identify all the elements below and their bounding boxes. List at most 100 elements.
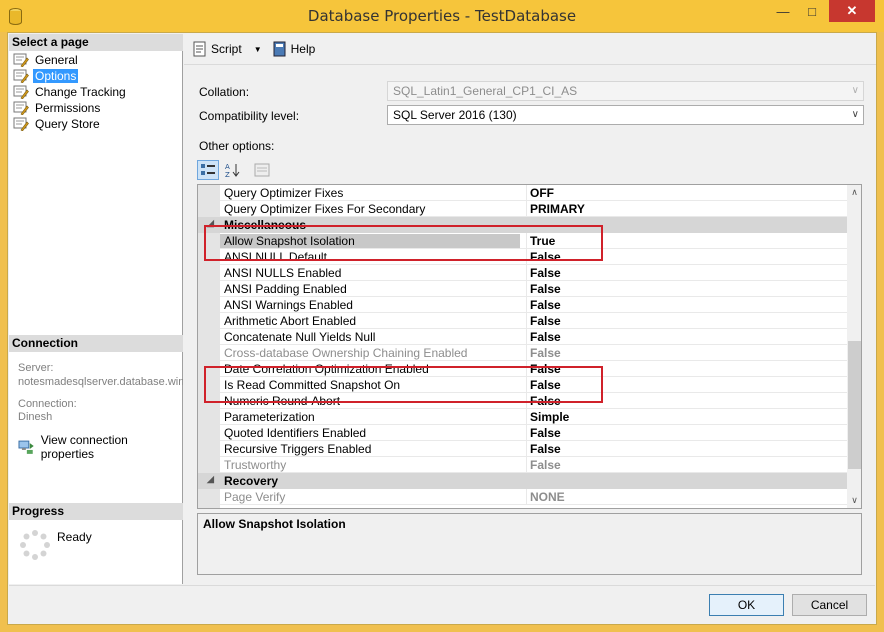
scroll-up-icon[interactable]: ∧: [847, 185, 861, 200]
property-row[interactable]: Concatenate Null Yields Null False: [220, 329, 847, 345]
grid-scrollbar[interactable]: ∧ ∨: [847, 185, 861, 508]
scroll-thumb[interactable]: [848, 341, 861, 469]
other-options-label: Other options:: [199, 139, 275, 153]
property-row[interactable]: Query Optimizer Fixes For Secondary PRIMA…: [220, 201, 847, 217]
property-value[interactable]: False: [530, 442, 561, 456]
category-title: Recovery: [224, 474, 279, 488]
grid-toolbar: A Z: [197, 159, 276, 181]
property-value[interactable]: False: [530, 266, 561, 280]
property-name: Page Verify: [224, 490, 286, 504]
property-name: ANSI Padding Enabled: [224, 282, 347, 296]
compatibility-label: Compatibility level:: [199, 109, 300, 123]
compatibility-value: SQL Server 2016 (130): [393, 108, 517, 122]
collapse-triangle-icon[interactable]: ◢: [207, 474, 214, 485]
property-name: Recursive Triggers Enabled: [224, 442, 372, 456]
progress-spinner-icon: [20, 530, 50, 560]
property-name: Cross-database Ownership Chaining Enable…: [224, 346, 468, 360]
nav-item-permissions[interactable]: Permissions: [13, 100, 102, 116]
column-divider: [526, 185, 527, 201]
property-value[interactable]: False: [530, 330, 561, 344]
column-divider: [526, 265, 527, 281]
connection-label: Connection:: [18, 398, 77, 410]
property-name: Parameterization: [224, 410, 315, 424]
ok-button[interactable]: OK: [709, 594, 784, 616]
categorized-icon: [201, 164, 215, 175]
column-divider: [526, 313, 527, 329]
sort-az-icon: A Z: [225, 163, 240, 178]
property-row[interactable]: Query Optimizer Fixes OFF: [220, 185, 847, 201]
button-bar: OK Cancel: [9, 585, 875, 624]
progress-header: Progress: [9, 503, 183, 520]
scroll-down-icon[interactable]: ∨: [847, 493, 861, 508]
property-pages-button[interactable]: [251, 160, 273, 180]
maximize-button[interactable]: □: [797, 0, 827, 22]
select-page-header: Select a page: [9, 34, 183, 51]
categorized-button[interactable]: [197, 160, 219, 180]
property-row[interactable]: Trustworthy False: [220, 457, 847, 473]
property-row[interactable]: Cross-database Ownership Chaining Enable…: [220, 345, 847, 361]
property-name: Arithmetic Abort Enabled: [224, 314, 357, 328]
property-value[interactable]: False: [530, 314, 561, 328]
collation-value: SQL_Latin1_General_CP1_CI_AS: [393, 84, 578, 98]
property-value[interactable]: NONE: [530, 490, 565, 504]
help-label: Help: [290, 42, 316, 56]
column-divider: [526, 201, 527, 217]
description-panel: Allow Snapshot Isolation: [197, 513, 862, 575]
script-dropdown-icon[interactable]: ▼: [254, 45, 262, 54]
property-row[interactable]: ANSI Padding Enabled False: [220, 281, 847, 297]
nav-item-label: General: [35, 53, 78, 67]
property-value[interactable]: False: [530, 282, 561, 296]
nav-item-change-tracking[interactable]: Change Tracking: [13, 84, 128, 100]
connection-value: Dinesh: [18, 411, 53, 423]
dialog-body: Select a page General Options Change Track…: [7, 32, 877, 625]
connection-properties-icon: [18, 440, 34, 454]
script-button[interactable]: Script ▼: [192, 41, 262, 57]
property-value[interactable]: False: [530, 298, 561, 312]
property-value[interactable]: False: [530, 346, 561, 360]
property-pages-icon: [254, 163, 270, 177]
minimize-button[interactable]: —: [770, 0, 796, 22]
view-connection-properties-link[interactable]: View connection properties: [18, 433, 182, 461]
nav-item-label: Options: [33, 69, 79, 83]
property-row[interactable]: Arithmetic Abort Enabled False: [220, 313, 847, 329]
nav-item-options[interactable]: Options: [13, 68, 79, 84]
page-wrench-icon: [13, 117, 29, 131]
property-row[interactable]: Quoted Identifiers Enabled False: [220, 425, 847, 441]
column-divider: [526, 281, 527, 297]
column-divider: [526, 297, 527, 313]
category-header[interactable]: ◢ Recovery: [198, 473, 847, 489]
script-label: Script: [211, 42, 242, 56]
cancel-button[interactable]: Cancel: [792, 594, 867, 616]
svg-text:Z: Z: [225, 171, 230, 178]
property-row[interactable]: ANSI NULLS Enabled False: [220, 265, 847, 281]
property-row[interactable]: Recursive Triggers Enabled False: [220, 441, 847, 457]
column-divider: [526, 409, 527, 425]
property-name: Query Optimizer Fixes: [224, 186, 344, 200]
column-divider: [526, 425, 527, 441]
compatibility-combo[interactable]: SQL Server 2016 (130) ∨: [387, 105, 864, 125]
property-value[interactable]: False: [530, 458, 561, 472]
nav-item-general[interactable]: General: [13, 52, 80, 68]
title-bar: Database Properties - TestDatabase — □ ✕: [0, 0, 884, 32]
property-value[interactable]: PRIMARY: [530, 202, 585, 216]
nav-item-query-store[interactable]: Query Store: [13, 116, 102, 132]
page-wrench-icon: [13, 69, 29, 83]
toolbar-separator: [184, 64, 876, 65]
property-value[interactable]: OFF: [530, 186, 554, 200]
collation-combo: SQL_Latin1_General_CP1_CI_AS ∨: [387, 81, 864, 101]
property-row[interactable]: ANSI Warnings Enabled False: [220, 297, 847, 313]
property-row[interactable]: Page Verify NONE: [220, 489, 847, 505]
property-name: Concatenate Null Yields Null: [224, 330, 376, 344]
property-value[interactable]: False: [530, 426, 561, 440]
help-button[interactable]: Help: [272, 41, 316, 57]
property-value[interactable]: Simple: [530, 410, 569, 424]
chevron-down-icon[interactable]: ∨: [852, 106, 859, 124]
connection-header: Connection: [9, 335, 183, 352]
property-name: Query Optimizer Fixes For Secondary: [224, 202, 426, 216]
property-row[interactable]: Parameterization Simple: [220, 409, 847, 425]
close-button[interactable]: ✕: [829, 0, 875, 22]
alphabetical-button[interactable]: A Z: [222, 160, 244, 180]
column-divider: [526, 329, 527, 345]
description-title: Allow Snapshot Isolation: [203, 517, 346, 531]
column-divider: [526, 457, 527, 473]
